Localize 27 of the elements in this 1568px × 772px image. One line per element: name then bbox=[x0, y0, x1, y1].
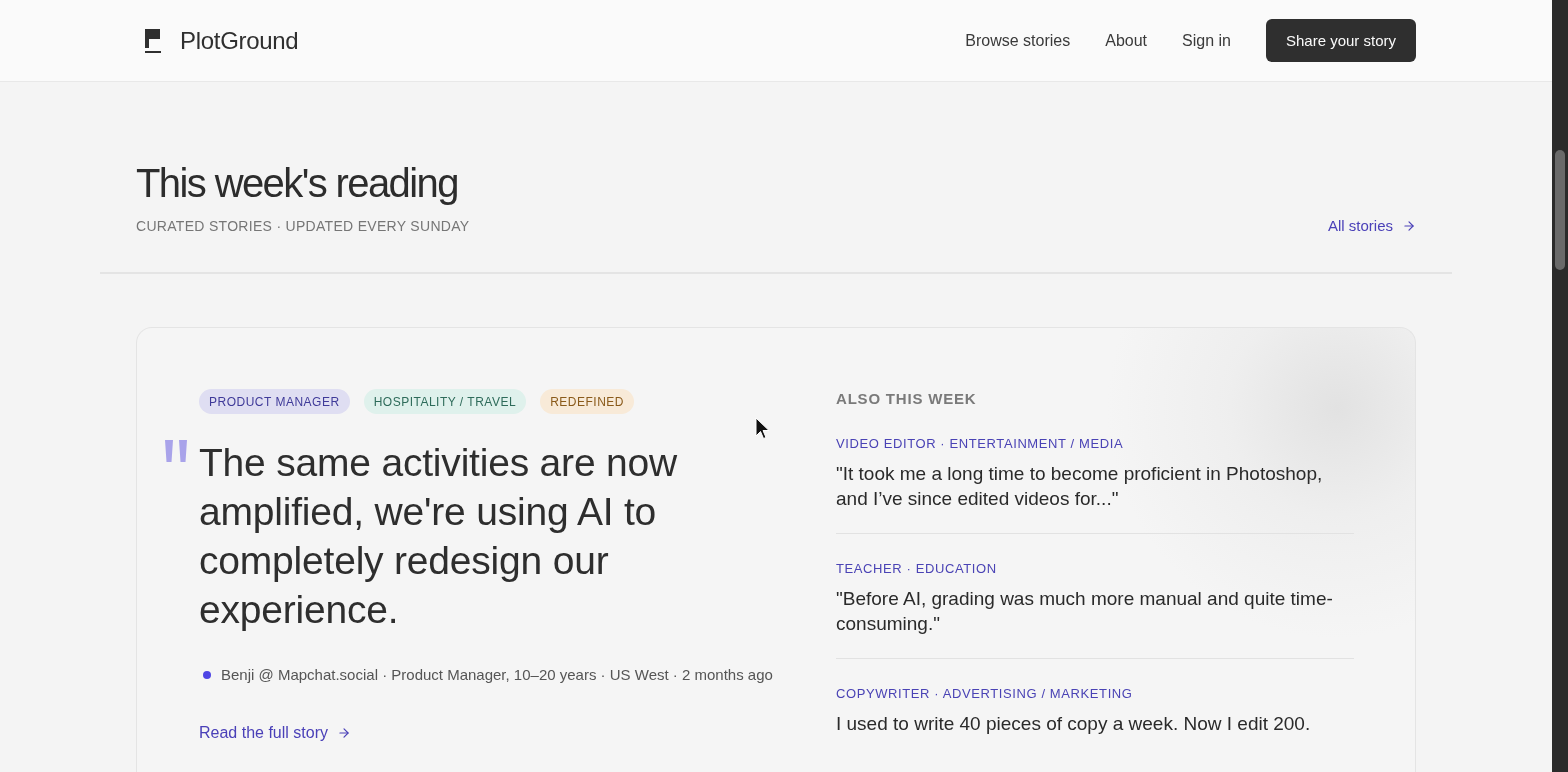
page-title: This week's reading bbox=[136, 160, 459, 207]
category-tag: HOSPITALITY / TRAVEL bbox=[363, 389, 527, 414]
byline-text: Benji @ Mapchat.social · Product Manager, 10–20 years · US West · 2 months ago bbox=[221, 665, 773, 685]
story-meta: VIDEO EDITOR · ENTERTAINMENT / MEDIA bbox=[836, 435, 1125, 453]
author-dot-icon bbox=[203, 671, 211, 679]
arrow-right-icon bbox=[336, 726, 351, 740]
page-subtitle: CURATED STORIES · UPDATED EVERY SUNDAY bbox=[136, 217, 470, 236]
category-tag: REDEFINED bbox=[540, 389, 634, 414]
share-story-button[interactable]: Share your story bbox=[1265, 19, 1416, 62]
category-tag: PRODUCT MANAGER bbox=[199, 389, 350, 414]
featured-quote: The same activities are now amplified, we're using AI to completely redesign our experience. bbox=[199, 440, 678, 633]
read-full-story-link[interactable]: Read the full story bbox=[199, 723, 351, 743]
brand-name[interactable]: PlotGround bbox=[180, 26, 299, 55]
story-meta: TEACHER · EDUCATION bbox=[836, 560, 998, 578]
quote-mark-icon bbox=[164, 440, 188, 462]
section-heading: ALSO THIS WEEK bbox=[836, 389, 978, 409]
mouse-cursor-icon bbox=[755, 417, 770, 440]
scrollbar-thumb[interactable] bbox=[1555, 150, 1565, 270]
nav-link[interactable]: Sign in bbox=[1182, 31, 1231, 50]
nav-link[interactable]: Browse stories bbox=[965, 31, 1071, 50]
story-quote[interactable]: "It took me a long time to become proficient in Photoshop, and I’ve since edited videos for..." bbox=[836, 461, 1346, 511]
story-meta: COPYWRITER · ADVERTISING / MARKETING bbox=[836, 685, 1134, 703]
nav-link[interactable]: About bbox=[1105, 31, 1148, 50]
logo-icon bbox=[145, 28, 161, 53]
story-quote[interactable]: "Before AI, grading was much more manual and quite time-consuming." bbox=[836, 586, 1346, 636]
story-quote[interactable]: I used to write 40 pieces of copy a week. Now I edit 200. bbox=[836, 711, 1346, 736]
all-stories-link[interactable]: All stories bbox=[1327, 216, 1416, 236]
